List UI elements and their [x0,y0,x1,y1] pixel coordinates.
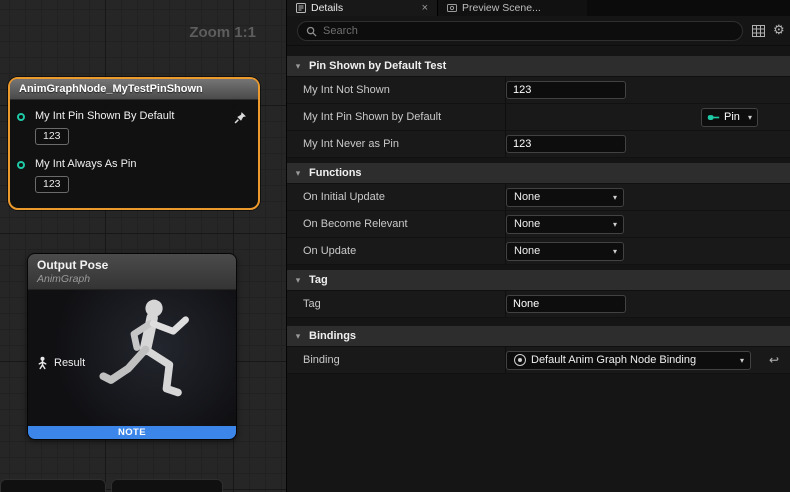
property-row-binding: Binding Default Anim Graph Node Binding … [287,347,790,374]
pin-promote-icon[interactable] [234,111,247,124]
property-row-tag: Tag None [287,291,790,318]
chevron-down-icon[interactable]: ▾ [287,61,309,72]
pin-label: My Int Pin Shown By Default [35,110,174,122]
preview-scene-tab-icon [447,3,457,13]
chevron-down-icon: ▾ [748,113,752,122]
my-int-never-as-pin-input[interactable]: 123 [506,135,626,153]
partial-node[interactable] [0,479,106,492]
search-input[interactable] [323,25,734,37]
int-pin-icon[interactable] [17,161,25,169]
chevron-down-icon: ▾ [613,247,617,256]
binding-dropdown[interactable]: Default Anim Graph Node Binding ▾ [506,351,751,370]
search-icon [306,26,317,37]
on-initial-update-dropdown[interactable]: None ▾ [506,188,624,207]
tab-label: Preview Scene... [462,2,541,14]
property-row-my-int-pin-shown-by-default: My Int Pin Shown by Default Pin ▾ [287,104,790,131]
tab-label: Details [311,2,343,14]
property-row-on-become-relevant: On Become Relevant None ▾ [287,211,790,238]
details-tab-icon [296,3,306,13]
tag-input[interactable]: None [506,295,626,313]
chevron-down-icon: ▾ [613,193,617,202]
property-row-my-int-never-as-pin: My Int Never as Pin 123 [287,131,790,158]
node-title[interactable]: AnimGraphNode_MyTestPinShown [10,79,258,100]
node-subtitle: AnimGraph [37,273,227,285]
property-row-on-update: On Update None ▾ [287,238,790,265]
section-functions[interactable]: ▾ Functions [287,163,790,184]
output-pose-node[interactable]: Output Pose AnimGraph Resul [27,253,237,440]
zoom-level-label: Zoom 1:1 [189,24,256,41]
gear-icon[interactable]: ⚙ [773,22,785,38]
pin-value-input[interactable]: 123 [35,176,69,193]
pin-icon [707,113,720,122]
pin-value-input[interactable]: 123 [35,128,69,145]
section-bindings[interactable]: ▾ Bindings [287,326,790,347]
anim-graph-canvas[interactable]: Zoom 1:1 AnimGraphNode_MyTestPinShown My… [0,0,286,492]
tab-details[interactable]: Details × [287,0,437,16]
mannequin-figure [80,292,230,426]
chevron-down-icon[interactable]: ▾ [287,331,309,342]
result-pin[interactable]: Result [37,356,85,370]
node-preview-area: Result [28,290,236,426]
my-int-not-shown-input[interactable]: 123 [506,81,626,99]
property-matrix-icon[interactable] [752,25,765,37]
property-row-on-initial-update: On Initial Update None ▾ [287,184,790,211]
details-panel: Details × Preview Scene... [286,0,790,492]
section-pin-shown-by-default-test[interactable]: ▾ Pin Shown by Default Test [287,56,790,77]
node-header[interactable]: Output Pose AnimGraph [28,254,236,290]
pin-label: My Int Always As Pin [35,158,136,170]
property-list: ▾ Pin Shown by Default Test My Int Not S… [287,46,790,374]
note-badge: NOTE [28,426,236,439]
tab-preview-scene[interactable]: Preview Scene... [437,0,587,16]
panel-tab-bar: Details × Preview Scene... [287,0,790,16]
partial-node[interactable] [111,479,223,492]
anim-graph-test-node[interactable]: AnimGraphNode_MyTestPinShown My Int Pin … [8,77,260,210]
close-icon[interactable]: × [422,3,428,14]
reset-to-default-icon[interactable]: ↩ [769,353,779,367]
int-pin-icon[interactable] [17,113,25,121]
result-pin-label: Result [54,357,85,369]
search-field[interactable] [297,21,743,41]
unreal-editor-window: Zoom 1:1 AnimGraphNode_MyTestPinShown My… [0,0,790,492]
section-tag[interactable]: ▾ Tag [287,270,790,291]
property-row-my-int-not-shown: My Int Not Shown 123 [287,77,790,104]
node-title: Output Pose [37,258,227,272]
search-toolbar: ⚙ [287,16,790,46]
chevron-down-icon[interactable]: ▾ [287,275,309,286]
pose-pin-icon [37,356,48,370]
chevron-down-icon: ▾ [740,356,744,365]
binding-icon [514,354,526,366]
on-update-dropdown[interactable]: None ▾ [506,242,624,261]
pin-dropdown-button[interactable]: Pin ▾ [701,108,758,127]
chevron-down-icon: ▾ [613,220,617,229]
chevron-down-icon[interactable]: ▾ [287,168,309,179]
on-become-relevant-dropdown[interactable]: None ▾ [506,215,624,234]
